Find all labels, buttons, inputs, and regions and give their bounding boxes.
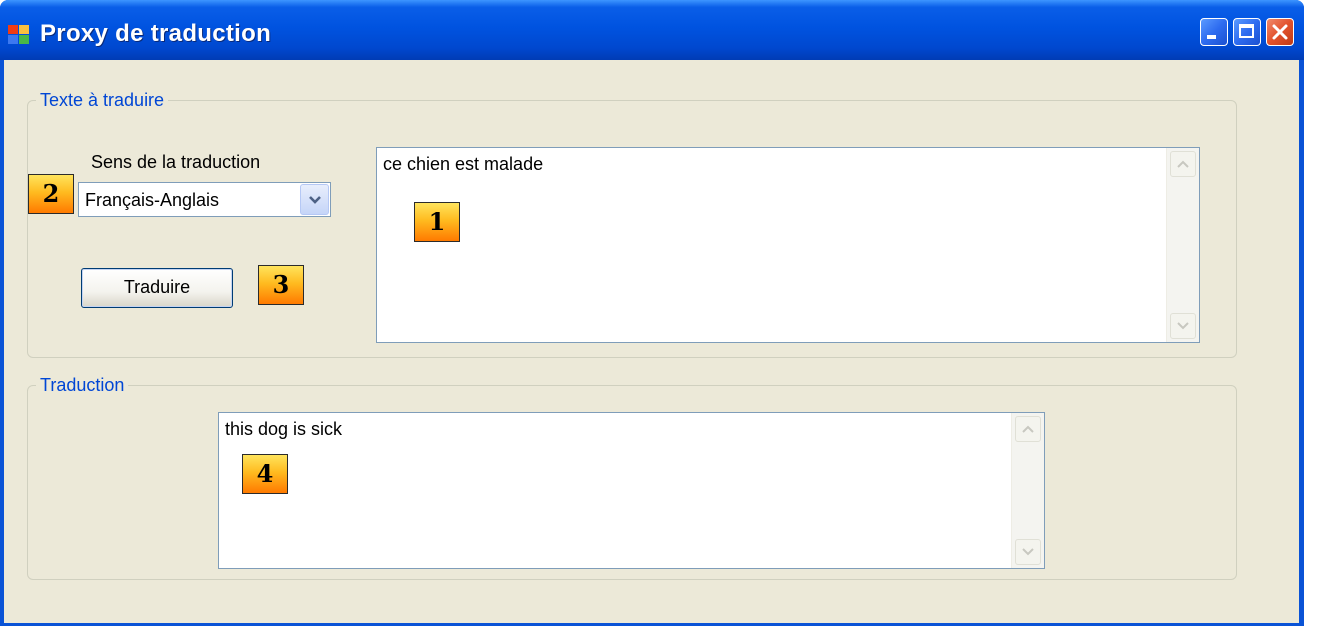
window-title: Proxy de traduction — [40, 20, 272, 47]
chevron-down-icon — [309, 196, 321, 204]
scroll-down-button[interactable] — [1015, 539, 1041, 565]
scroll-up-button[interactable] — [1015, 416, 1041, 442]
app-window-icon — [8, 25, 30, 45]
scroll-down-button[interactable] — [1170, 313, 1196, 339]
dropdown-button[interactable] — [300, 184, 329, 215]
translate-button-label: Traduire — [123, 277, 191, 297]
marker-4: 4 — [242, 454, 288, 494]
marker-2: 2 — [28, 174, 74, 214]
direction-dropdown[interactable]: Français-Anglais — [78, 182, 331, 217]
source-scrollbar[interactable] — [1166, 148, 1199, 342]
chevron-down-icon — [1177, 322, 1189, 330]
client-area: Texte à traduire Sens de la traduction F… — [4, 60, 1299, 623]
minimize-button[interactable] — [1200, 18, 1228, 46]
title-bar[interactable]: Proxy de traduction — [0, 0, 1304, 60]
translation-scrollbar[interactable] — [1011, 413, 1044, 568]
direction-value: Français-Anglais — [85, 190, 220, 210]
close-icon — [1272, 24, 1288, 40]
direction-label: Sens de la traduction — [91, 152, 261, 172]
translation-text-area[interactable]: this dog is sick — [218, 412, 1045, 569]
close-button[interactable] — [1266, 18, 1294, 46]
marker-3: 3 — [258, 265, 304, 305]
translated-text: this dog is sick — [225, 419, 343, 439]
chevron-up-icon — [1177, 160, 1189, 168]
chevron-down-icon — [1022, 548, 1034, 556]
app-window: Proxy de traduction Texte à traduire Sen… — [0, 0, 1304, 626]
maximize-icon — [1239, 24, 1254, 38]
maximize-button[interactable] — [1233, 18, 1261, 46]
translation-group-legend: Traduction — [36, 375, 129, 396]
translate-button[interactable]: Traduire — [81, 268, 233, 308]
source-group-legend: Texte à traduire — [36, 90, 169, 111]
marker-1: 1 — [414, 202, 460, 242]
source-text-area[interactable]: ce chien est malade — [376, 147, 1200, 343]
scroll-up-button[interactable] — [1170, 151, 1196, 177]
source-text: ce chien est malade — [383, 154, 544, 174]
minimize-icon — [1207, 35, 1216, 39]
chevron-up-icon — [1022, 425, 1034, 433]
